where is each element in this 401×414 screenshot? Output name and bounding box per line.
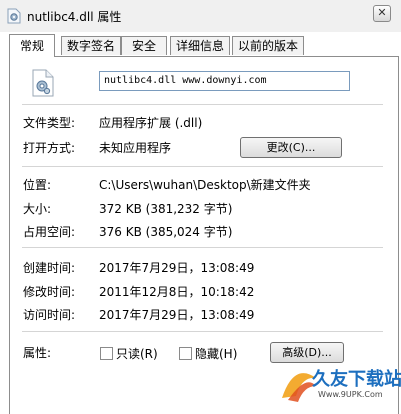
change-button[interactable]: 更改(C)... — [240, 137, 342, 158]
hidden-checkbox[interactable] — [179, 347, 192, 360]
location-value: C:\Users\wuhan\Desktop\新建文件夹 — [99, 178, 311, 192]
opens-with-label: 打开方式: — [23, 141, 76, 155]
title-bar: nutlibc4.dll 属性 ✕ — [0, 0, 401, 32]
file-name-field[interactable]: nutlibc4.dll www.downyi.com — [99, 71, 350, 91]
properties-dialog: nutlibc4.dll 属性 ✕ 常规 数字签名 安全 详细信息 以前的版本 … — [0, 0, 401, 414]
divider — [22, 104, 383, 105]
hidden-label[interactable]: 隐藏(H) — [195, 345, 237, 362]
size-label: 大小: — [23, 202, 52, 216]
watermark-url: Www.9UPK.Com — [318, 390, 383, 399]
file-type-value: 应用程序扩展 (.dll) — [99, 116, 203, 130]
created-label: 创建时间: — [23, 261, 76, 275]
size-on-disk-value: 376 KB (385,024 字节) — [99, 225, 233, 239]
readonly-label[interactable]: 只读(R) — [116, 345, 158, 362]
tab-details[interactable]: 详细信息 — [170, 36, 230, 55]
tab-digital-signatures[interactable]: 数字签名 — [61, 36, 121, 55]
accessed-label: 访问时间: — [23, 308, 76, 322]
divider — [22, 331, 383, 332]
created-value: 2017年7月29日，13:08:49 — [99, 261, 255, 275]
modified-label: 修改时间: — [23, 285, 76, 299]
tab-previous-versions[interactable]: 以前的版本 — [232, 36, 304, 55]
tab-general[interactable]: 常规 — [9, 34, 55, 57]
size-on-disk-label: 占用空间: — [23, 225, 76, 239]
location-label: 位置: — [23, 178, 52, 192]
divider — [22, 247, 383, 248]
tab-security[interactable]: 安全 — [121, 36, 167, 55]
file-type-label: 文件类型: — [23, 116, 76, 130]
size-value: 372 KB (381,232 字节) — [99, 202, 233, 216]
attributes-label: 属性: — [23, 346, 52, 360]
window-title: nutlibc4.dll 属性 — [27, 10, 122, 24]
watermark-title: 久友下载站 — [312, 369, 401, 390]
modified-value: 2011年12月8日，10:18:42 — [99, 285, 255, 299]
readonly-checkbox[interactable] — [100, 347, 113, 360]
opens-with-value: 未知应用程序 — [99, 141, 172, 155]
dll-file-icon — [7, 8, 21, 24]
close-button[interactable]: ✕ — [373, 5, 391, 22]
accessed-value: 2017年7月29日，13:08:49 — [99, 308, 255, 322]
dll-file-large-icon — [32, 69, 54, 97]
divider — [22, 166, 383, 167]
